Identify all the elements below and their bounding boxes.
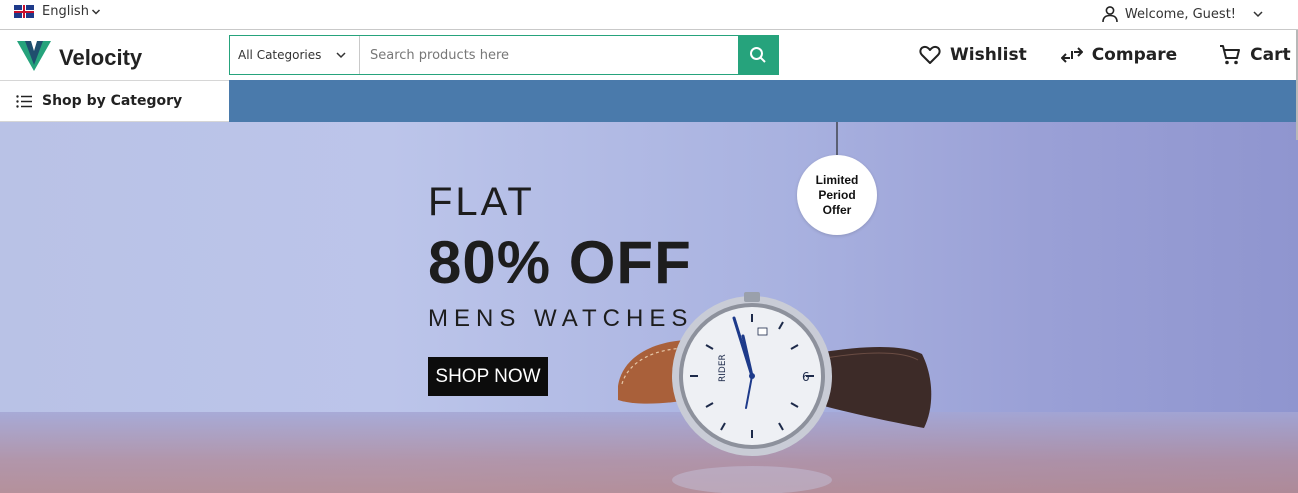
logo-text: Velocity bbox=[59, 45, 143, 70]
category-select-value: All Categories bbox=[238, 48, 322, 62]
compare-link[interactable]: Compare bbox=[1060, 45, 1178, 65]
category-nav-strip bbox=[229, 80, 1298, 122]
chevron-down-icon bbox=[1253, 11, 1263, 18]
shop-now-button[interactable]: SHOP NOW bbox=[428, 357, 548, 396]
tag-string bbox=[836, 122, 838, 156]
search-input[interactable] bbox=[360, 36, 738, 74]
language-label: English bbox=[42, 4, 89, 19]
watch-brand: RIDER bbox=[718, 354, 728, 382]
user-icon bbox=[1102, 6, 1118, 23]
shop-by-category-label: Shop by Category bbox=[42, 93, 183, 109]
heart-icon bbox=[919, 45, 941, 64]
welcome-label: Welcome, Guest! bbox=[1124, 6, 1236, 22]
wishlist-link[interactable]: Wishlist bbox=[919, 45, 1027, 65]
search-icon bbox=[750, 47, 766, 63]
hero-banner[interactable]: FLAT 80% OFF MENS WATCHES SHOP NOW Limit… bbox=[0, 122, 1298, 493]
language-selector[interactable]: English bbox=[14, 4, 101, 19]
compare-label: Compare bbox=[1091, 45, 1178, 65]
watch-image: 6 RIDER bbox=[618, 292, 932, 493]
header-actions: Wishlist Compare Cart bbox=[919, 44, 1298, 66]
search-bar: All Categories bbox=[229, 35, 779, 75]
banner-line-1: FLAT bbox=[428, 180, 535, 224]
site-logo[interactable]: Velocity bbox=[17, 39, 142, 71]
category-bar: Shop by Category bbox=[0, 80, 1298, 122]
account-menu[interactable]: Welcome, Guest! bbox=[1101, 5, 1264, 23]
limited-offer-tag: Limited Period Offer bbox=[797, 155, 877, 235]
menu-icon bbox=[16, 94, 32, 108]
compare-icon bbox=[1060, 47, 1083, 63]
cart-link[interactable]: Cart bbox=[1219, 44, 1298, 66]
wishlist-label: Wishlist bbox=[950, 45, 1027, 65]
cart-label: Cart bbox=[1250, 45, 1291, 65]
limited-offer-label: Limited Period Offer bbox=[815, 172, 859, 217]
velocity-logo-icon bbox=[17, 41, 51, 71]
shop-by-category-button[interactable]: Shop by Category bbox=[0, 80, 229, 122]
category-select[interactable]: All Categories bbox=[230, 36, 360, 74]
chevron-down-icon bbox=[336, 52, 346, 59]
flag-uk-icon bbox=[14, 5, 34, 18]
banner-line-2: 80% OFF bbox=[428, 229, 692, 296]
main-header: Velocity All Categories Wishlist Compare… bbox=[0, 30, 1298, 80]
search-button[interactable] bbox=[738, 36, 778, 74]
top-bar: English Welcome, Guest! bbox=[0, 0, 1298, 30]
cart-icon bbox=[1220, 45, 1241, 65]
svg-text:6: 6 bbox=[802, 370, 810, 384]
chevron-down-icon bbox=[91, 8, 100, 15]
